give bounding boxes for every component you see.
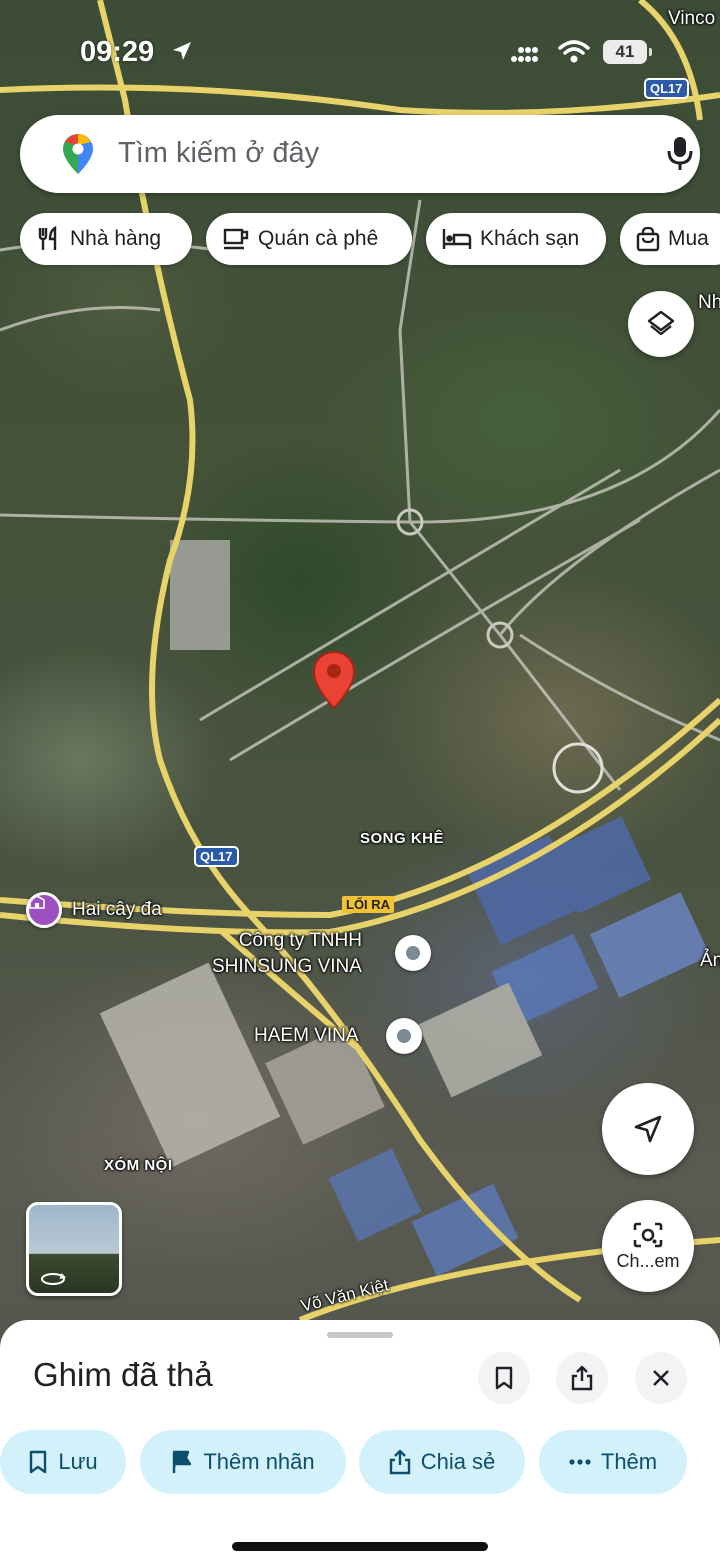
layers-icon [647,310,675,336]
close-button[interactable] [635,1352,687,1404]
map-label-nh: Nh [698,292,720,313]
chip-label: Nhà hàng [70,227,162,250]
chip-hotels[interactable]: Khách sạn [426,213,606,265]
location-arrow-icon [173,42,191,60]
hotel-icon [442,229,472,249]
google-maps-logo-icon [63,134,93,174]
map-label-song-khe: SONG KHÊ [360,830,445,847]
map-label-hai-cay-da[interactable]: Hai cây đa [72,899,162,921]
map-label-haem-vina[interactable]: HAEM VINA [254,1025,359,1047]
flag-icon [173,1450,192,1473]
map-label-an: Ản [700,950,720,971]
wifi-icon [558,40,590,63]
sheet-title: Ghim đã thả [33,1356,213,1393]
search-input[interactable]: Tìm kiếm ở đây [118,137,319,170]
search-bar[interactable]: Tìm kiếm ở đây [20,115,700,193]
navigation-arrow-icon [634,1115,662,1143]
bookmark-icon [30,1450,47,1474]
save-button[interactable]: Lưu [0,1430,126,1494]
battery-indicator: 41 [603,40,652,64]
camera-lens-icon [633,1222,663,1247]
save-button-label: Lưu [58,1449,98,1474]
status-time: 09:29 [80,36,155,68]
more-icon [569,1459,591,1465]
close-icon [653,1370,669,1386]
more-button[interactable]: Thêm [539,1430,687,1494]
street-view-thumbnail[interactable] [26,1202,122,1296]
drag-handle[interactable] [327,1332,393,1338]
chip-shopping[interactable]: Mua [620,213,720,265]
shopping-bag-icon [636,226,660,252]
chip-restaurants[interactable]: Nhà hàng [20,213,192,265]
coffee-icon [223,228,249,250]
chip-label: Quán cà phê [258,227,379,250]
share-icon [389,1449,410,1475]
add-label-button[interactable]: Thêm nhãn [140,1430,346,1494]
my-location-button[interactable] [602,1083,694,1175]
chip-label: Khách sạn [480,227,580,250]
more-button-label: Thêm [600,1449,658,1474]
lens-button[interactable]: Ch...em [602,1200,694,1292]
exit-tag: LỐI RA [342,896,395,913]
chip-cafes[interactable]: Quán cà phê [206,213,412,265]
factory-pin-icon[interactable] [395,935,431,971]
microphone-icon[interactable] [666,135,694,171]
chip-label: Mua [668,227,709,250]
dropped-pin-icon[interactable] [312,650,356,712]
cellular-signal-icon [511,47,538,62]
save-icon-button[interactable] [478,1352,530,1404]
lens-label: Ch...em [616,1250,680,1271]
layers-button[interactable] [628,291,694,357]
map-label-shinsung-vina[interactable]: Công ty TNHH SHINSUNG VINA [212,928,362,980]
home-indicator[interactable] [232,1542,488,1551]
street-view-rotate-icon [41,1273,66,1285]
bookmark-icon [495,1366,513,1390]
restaurant-icon [38,226,57,250]
status-bar: 09:29 41 [0,0,720,100]
share-button-label: Chia sẻ [420,1449,496,1474]
share-icon [571,1365,593,1391]
add-label-button-label: Thêm nhãn [203,1449,315,1474]
share-icon-button[interactable] [556,1352,608,1404]
landmark-pin-icon[interactable] [26,892,62,928]
place-bottom-sheet: Ghim đã thả Lưu Thêm nhãn Chia sẻ Thêm [0,1320,720,1564]
factory-pin-icon[interactable] [386,1018,422,1054]
map-label-xom-noi: XÓM NỘI [104,1157,173,1174]
road-shield-ql17: QL17 [194,846,239,867]
share-button[interactable]: Chia sẻ [359,1430,525,1494]
